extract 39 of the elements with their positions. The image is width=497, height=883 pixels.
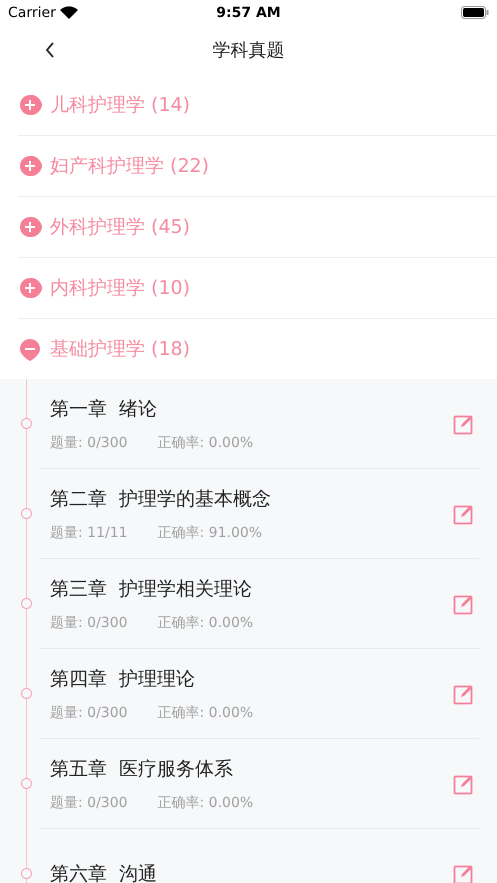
timeline-dot: [21, 418, 32, 429]
accuracy-rate: 正确率: 0.00%: [158, 434, 254, 452]
edit-icon[interactable]: [453, 502, 475, 524]
page-title: 学科真题: [212, 39, 284, 62]
back-icon[interactable]: [44, 41, 56, 59]
expand-icon[interactable]: [18, 215, 42, 239]
accuracy-rate: 正确率: 0.00%: [158, 614, 254, 632]
battery-icon: [461, 6, 489, 19]
edit-icon[interactable]: [453, 592, 475, 614]
chapter-title[interactable]: 第六章 沟通: [50, 860, 453, 883]
accuracy-rate: 正确率: 91.00%: [158, 524, 262, 542]
question-count: 题量: 0/300: [50, 704, 128, 722]
expand-icon[interactable]: [18, 154, 42, 178]
question-count: 题量: 0/300: [50, 614, 128, 632]
edit-icon[interactable]: [453, 772, 475, 794]
question-count: 题量: 0/300: [50, 434, 128, 452]
question-count: 题量: 0/300: [50, 794, 128, 812]
timeline-dot: [21, 868, 32, 879]
chapter-title[interactable]: 第四章 护理理论: [50, 666, 453, 692]
collapse-icon[interactable]: [18, 337, 42, 361]
chapter-title[interactable]: 第三章 护理学相关理论: [50, 576, 453, 602]
clock: 9:57 AM: [216, 4, 281, 20]
timeline-dot: [21, 778, 32, 789]
accuracy-rate: 正确率: 0.00%: [158, 704, 254, 722]
carrier-label: Carrier: [8, 4, 56, 20]
timeline-dot: [21, 688, 32, 699]
edit-icon[interactable]: [453, 862, 475, 883]
question-count: 题量: 11/11: [50, 524, 128, 542]
edit-icon[interactable]: [453, 682, 475, 704]
edit-icon[interactable]: [453, 412, 475, 434]
chapter-title[interactable]: 第一章 绪论: [50, 396, 453, 422]
expand-icon[interactable]: [18, 276, 42, 300]
chapter-title[interactable]: 第五章 医疗服务体系: [50, 756, 453, 782]
timeline-dot: [21, 508, 32, 519]
expand-icon[interactable]: [18, 93, 42, 117]
chapter-title[interactable]: 第二章 护理学的基本概念: [50, 486, 453, 512]
timeline-dot: [21, 598, 32, 609]
wifi-icon: [60, 6, 78, 19]
accuracy-rate: 正确率: 0.00%: [158, 794, 254, 812]
